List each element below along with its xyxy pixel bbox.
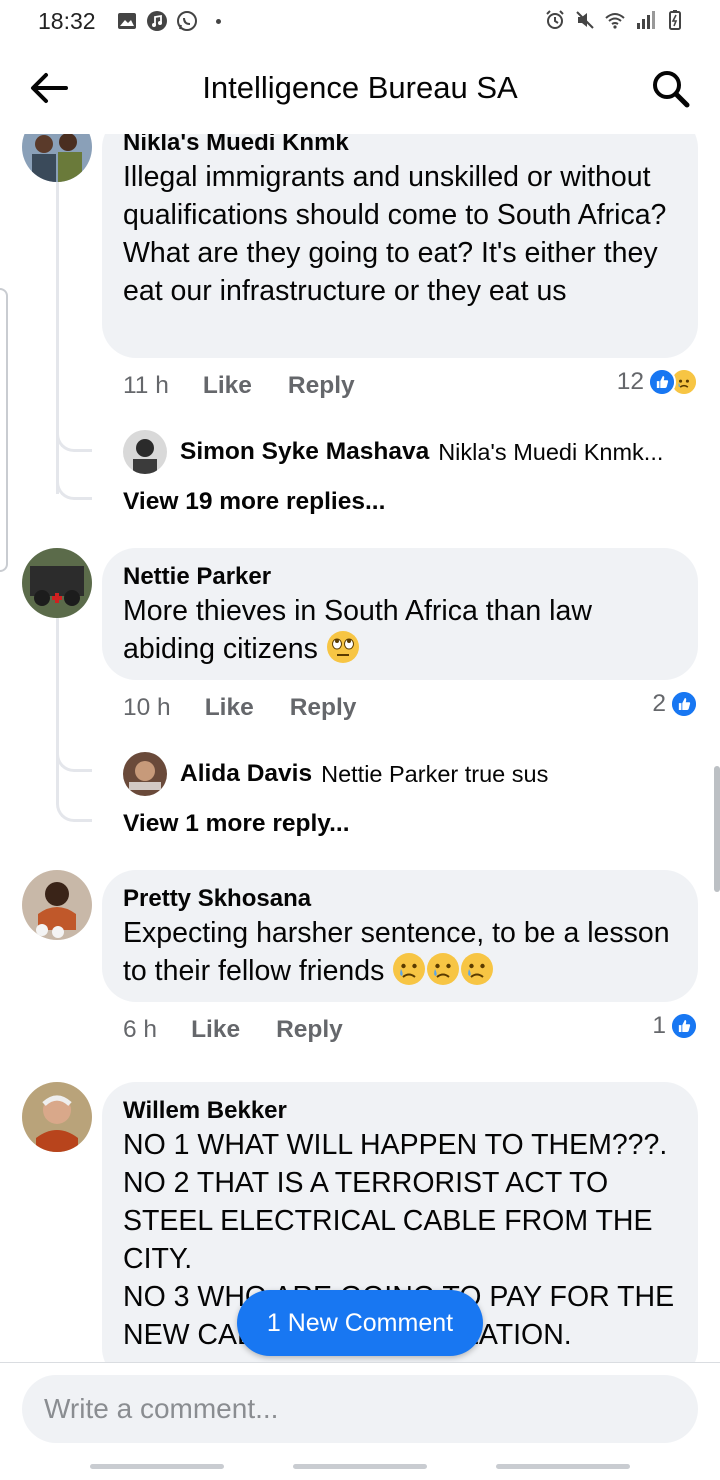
thread-line	[56, 618, 59, 798]
reaction-summary[interactable]: 2	[652, 690, 698, 718]
comment-actions: 10 h Like Reply	[123, 694, 356, 722]
composer-bar: Write a comment...	[0, 1362, 720, 1452]
reply-button[interactable]: Reply	[276, 1016, 343, 1044]
comment-time: 6 h	[123, 1016, 158, 1043]
avatar[interactable]	[22, 1082, 92, 1152]
notification-dot	[216, 18, 221, 24]
sad-emoji-icon	[393, 953, 426, 985]
comment-bubble[interactable]: Nikla's Muedi Knmk Illegal immigrants an…	[102, 134, 698, 358]
comment-author[interactable]: Pretty Skhosana	[123, 884, 676, 914]
reply-avatar[interactable]	[123, 430, 167, 474]
status-bar: 18:32	[0, 0, 720, 44]
nav-back-button[interactable]	[496, 1464, 630, 1469]
reply-avatar[interactable]	[123, 752, 167, 796]
reaction-summary[interactable]: 12	[617, 368, 698, 396]
music-icon	[147, 11, 167, 31]
comment-actions: 6 h Like Reply	[123, 1016, 343, 1044]
like-button[interactable]: Like	[203, 372, 252, 400]
reply-button[interactable]: Reply	[290, 694, 357, 722]
comment-actions: 11 h Like Reply	[123, 372, 355, 400]
like-button[interactable]: Like	[191, 1016, 240, 1044]
reply-snippet: Nikla's Muedi Knmk...	[438, 438, 664, 465]
comment-bubble[interactable]: Pretty Skhosana Expecting harsher senten…	[102, 870, 698, 1002]
alarm-icon	[546, 10, 564, 29]
sad-emoji-icon	[461, 953, 494, 985]
reply-snippet: Nettie Parker true sus	[321, 760, 549, 787]
reply-preview[interactable]: Simon Syke Mashava Nikla's Muedi Knmk...	[123, 430, 663, 474]
comment-text: Illegal immigrants and unskilled or with…	[123, 161, 667, 307]
thread-connector	[56, 426, 92, 452]
wifi-icon	[605, 13, 625, 29]
edge-panel-handle[interactable]	[0, 288, 8, 572]
avatar[interactable]	[22, 134, 92, 182]
reply-author[interactable]: Alida Davis	[180, 760, 312, 788]
reaction-summary[interactable]: 1	[652, 1012, 698, 1040]
like-button[interactable]: Like	[205, 694, 254, 722]
avatar[interactable]	[22, 548, 92, 618]
page-title: Intelligence Bureau SA	[202, 70, 518, 105]
eye-roll-emoji-icon	[326, 631, 359, 663]
thread-connector	[56, 474, 92, 500]
comment-time: 10 h	[123, 694, 171, 721]
reaction-count: 2	[652, 690, 666, 717]
thread-connector	[56, 796, 92, 822]
like-reaction-icon	[670, 1012, 698, 1040]
search-icon[interactable]	[650, 68, 692, 110]
comment-author[interactable]: Nikla's Muedi Knmk	[123, 134, 676, 158]
mute-icon	[576, 11, 594, 29]
reply-author[interactable]: Simon Syke Mashava	[180, 438, 429, 466]
page-header: Intelligence Bureau SA	[0, 44, 720, 134]
like-reaction-icon	[670, 690, 698, 718]
comment-input[interactable]: Write a comment...	[22, 1375, 698, 1443]
status-time: 18:32	[38, 8, 96, 34]
reaction-count: 12	[616, 368, 644, 395]
new-comment-button[interactable]: 1 New Comment	[237, 1290, 483, 1356]
thread-connector	[56, 746, 92, 772]
view-more-replies-link[interactable]: View 1 more reply...	[123, 810, 350, 838]
reply-button[interactable]: Reply	[288, 372, 355, 400]
signal-icon	[637, 11, 655, 29]
reaction-count: 1	[652, 1012, 666, 1039]
nav-recents-button[interactable]	[90, 1464, 224, 1469]
comment-author[interactable]: Nettie Parker	[123, 562, 676, 592]
system-nav-bar	[0, 1452, 720, 1480]
comments-feed[interactable]: Nikla's Muedi Knmk Illegal immigrants an…	[0, 134, 720, 1362]
comment-time: 11 h	[123, 372, 169, 399]
thread-line	[56, 182, 59, 494]
like-reaction-icon	[648, 368, 676, 396]
battery-icon	[669, 10, 681, 30]
scrollbar-thumb[interactable]	[714, 766, 720, 892]
image-icon	[118, 13, 136, 29]
whatsapp-icon	[177, 11, 197, 31]
avatar[interactable]	[22, 870, 92, 940]
view-more-replies-link[interactable]: View 19 more replies...	[123, 488, 385, 516]
comment-author[interactable]: Willem Bekker	[123, 1096, 676, 1126]
nav-home-button[interactable]	[293, 1464, 427, 1469]
comment-bubble[interactable]: Nettie Parker More thieves in South Afri…	[102, 548, 698, 680]
sad-emoji-icon	[427, 953, 460, 985]
reply-preview[interactable]: Alida Davis Nettie Parker true sus	[123, 752, 548, 796]
